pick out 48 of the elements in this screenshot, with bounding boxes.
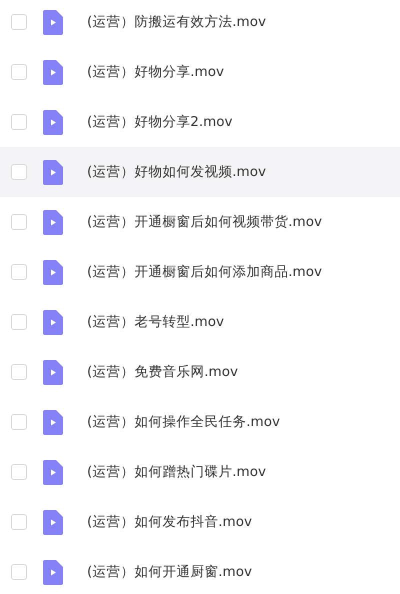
- checkbox[interactable]: [11, 64, 27, 80]
- file-name: (运营）如何操作全民任务.mov: [87, 413, 280, 431]
- file-row[interactable]: (运营）开通橱窗后如何添加商品.mov: [0, 247, 400, 297]
- file-row[interactable]: (运营）好物如何发视频.mov: [0, 147, 400, 197]
- file-row[interactable]: (运营）防搬运有效方法.mov: [0, 0, 400, 47]
- checkbox[interactable]: [11, 314, 27, 330]
- file-row[interactable]: (运营）如何开通厨窗.mov: [0, 547, 400, 594]
- file-name: (运营）如何开通厨窗.mov: [87, 563, 252, 581]
- video-file-icon: [43, 260, 63, 284]
- file-row[interactable]: (运营）老号转型.mov: [0, 297, 400, 347]
- video-file-icon: [43, 560, 63, 584]
- checkbox[interactable]: [11, 14, 27, 30]
- video-file-icon: [43, 10, 63, 34]
- file-row[interactable]: (运营）如何发布抖音.mov: [0, 497, 400, 547]
- checkbox[interactable]: [11, 164, 27, 180]
- file-name: (运营）如何蹭热门碟片.mov: [87, 463, 266, 481]
- file-name: (运营）好物分享.mov: [87, 63, 224, 81]
- checkbox[interactable]: [11, 464, 27, 480]
- video-file-icon: [43, 110, 63, 134]
- file-name: (运营）免费音乐网.mov: [87, 363, 238, 381]
- checkbox[interactable]: [11, 114, 27, 130]
- file-name: (运营）好物如何发视频.mov: [87, 163, 266, 181]
- video-file-icon: [43, 160, 63, 184]
- file-name: (运营）开通橱窗后如何视频带货.mov: [87, 213, 322, 231]
- checkbox[interactable]: [11, 214, 27, 230]
- video-file-icon: [43, 360, 63, 384]
- file-row[interactable]: (运营）如何蹭热门碟片.mov: [0, 447, 400, 497]
- checkbox[interactable]: [11, 514, 27, 530]
- video-file-icon: [43, 460, 63, 484]
- video-file-icon: [43, 310, 63, 334]
- file-name: (运营）开通橱窗后如何添加商品.mov: [87, 263, 322, 281]
- checkbox[interactable]: [11, 564, 27, 580]
- file-name: (运营）如何发布抖音.mov: [87, 513, 252, 531]
- file-row[interactable]: (运营）开通橱窗后如何视频带货.mov: [0, 197, 400, 247]
- video-file-icon: [43, 60, 63, 84]
- checkbox[interactable]: [11, 364, 27, 380]
- video-file-icon: [43, 410, 63, 434]
- file-name: (运营）防搬运有效方法.mov: [87, 13, 266, 31]
- file-row[interactable]: (运营）如何操作全民任务.mov: [0, 397, 400, 447]
- file-name: (运营）好物分享2.mov: [87, 113, 233, 131]
- video-file-icon: [43, 210, 63, 234]
- video-file-icon: [43, 510, 63, 534]
- file-row[interactable]: (运营）好物分享.mov: [0, 47, 400, 97]
- file-row[interactable]: (运营）免费音乐网.mov: [0, 347, 400, 397]
- file-row[interactable]: (运营）好物分享2.mov: [0, 97, 400, 147]
- checkbox[interactable]: [11, 264, 27, 280]
- file-name: (运营）老号转型.mov: [87, 313, 224, 331]
- checkbox[interactable]: [11, 414, 27, 430]
